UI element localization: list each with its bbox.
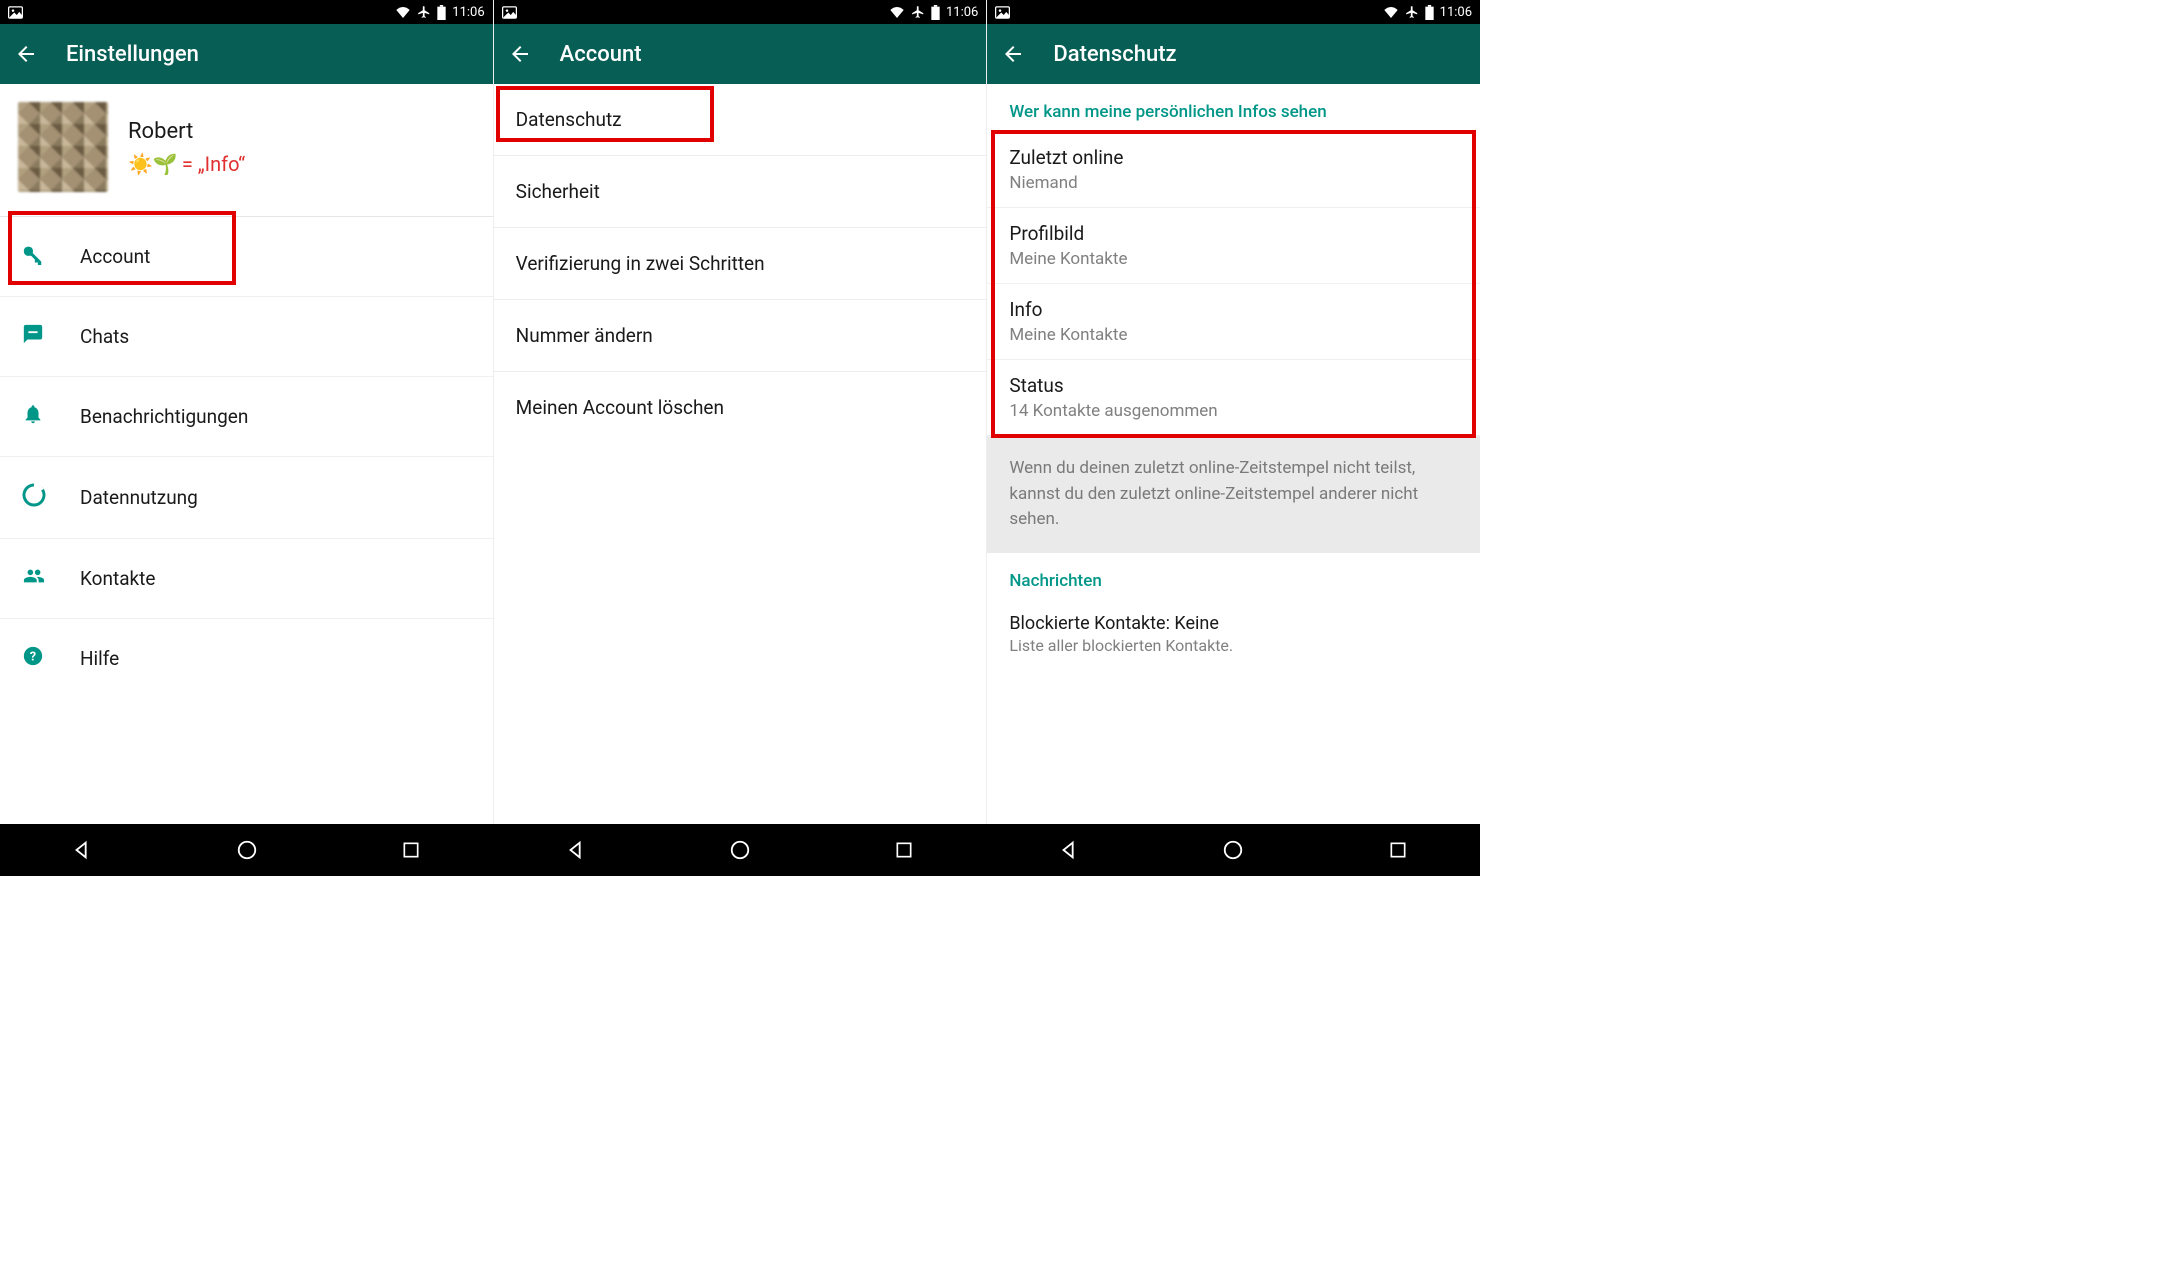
nav-home-button[interactable] (1218, 835, 1248, 865)
airplane-icon (417, 5, 431, 19)
nav-recent-button[interactable] (889, 835, 919, 865)
account-item-two-step[interactable]: Verifizierung in zwei Schritten (494, 228, 987, 300)
blocked-title: Blockierte Kontakte: Keine (1009, 613, 1458, 634)
settings-label: Datennutzung (80, 486, 471, 509)
item-title: Info (1009, 298, 1458, 321)
wifi-icon (1383, 6, 1399, 18)
item-label: Verifizierung in zwei Schritten (516, 252, 765, 275)
app-bar: Einstellungen (0, 24, 493, 84)
nav-back-button[interactable] (561, 835, 591, 865)
wifi-icon (395, 6, 411, 18)
svg-text:?: ? (30, 650, 36, 665)
nav-recent-button[interactable] (396, 835, 426, 865)
page-title: Datenschutz (1053, 42, 1176, 67)
status-time: 11:06 (946, 5, 978, 20)
nav-back-button[interactable] (1054, 835, 1084, 865)
settings-label: Benachrichtigungen (80, 405, 471, 428)
item-sub: Meine Kontakte (1009, 249, 1458, 269)
item-title: Profilbild (1009, 222, 1458, 245)
settings-item-account[interactable]: Account (0, 217, 493, 297)
help-icon: ? (22, 645, 44, 672)
page-title: Einstellungen (66, 42, 199, 67)
privacy-item-status[interactable]: Status 14 Kontakte ausgenommen (987, 360, 1480, 436)
contacts-icon (22, 565, 46, 592)
page-title: Account (560, 42, 642, 67)
settings-label: Chats (80, 325, 471, 348)
key-icon (22, 243, 44, 270)
android-nav-bar (0, 824, 1480, 876)
account-item-security[interactable]: Sicherheit (494, 156, 987, 228)
settings-item-chats[interactable]: Chats (0, 297, 493, 377)
chat-icon (22, 323, 44, 350)
account-item-change-number[interactable]: Nummer ändern (494, 300, 987, 372)
bell-icon (22, 403, 44, 430)
phone-screen-privacy: 11:06 Datenschutz Wer kann meine persönl… (987, 0, 1480, 824)
status-bar: 11:06 (494, 0, 987, 24)
account-item-privacy[interactable]: Datenschutz (494, 84, 987, 156)
battery-icon (931, 5, 940, 20)
wifi-icon (889, 6, 905, 18)
settings-item-help[interactable]: ? Hilfe (0, 619, 493, 698)
item-sub: Niemand (1009, 173, 1458, 193)
profile-name: Robert (128, 119, 245, 144)
privacy-item-blocked[interactable]: Blockierte Kontakte: Keine Liste aller b… (987, 601, 1480, 661)
profile-row[interactable]: Robert ☀️🌱 = „Info“ (0, 84, 493, 217)
item-sub: Meine Kontakte (1009, 325, 1458, 345)
status-bar: 11:06 (0, 0, 493, 24)
privacy-item-profile-photo[interactable]: Profilbild Meine Kontakte (987, 208, 1480, 284)
battery-icon (1425, 5, 1434, 20)
privacy-item-info[interactable]: Info Meine Kontakte (987, 284, 1480, 360)
profile-status: ☀️🌱 = „Info“ (128, 152, 245, 176)
settings-item-notifications[interactable]: Benachrichtigungen (0, 377, 493, 457)
privacy-item-last-seen[interactable]: Zuletzt online Niemand (987, 132, 1480, 208)
status-bar: 11:06 (987, 0, 1480, 24)
image-icon (8, 6, 23, 19)
settings-label: Account (80, 245, 471, 268)
battery-icon (437, 5, 446, 20)
nav-recent-button[interactable] (1383, 835, 1413, 865)
data-usage-icon (22, 483, 46, 512)
image-icon (502, 6, 517, 19)
settings-label: Hilfe (80, 647, 471, 670)
section-header-who-sees: Wer kann meine persönlichen Infos sehen (987, 84, 1480, 132)
item-title: Zuletzt online (1009, 146, 1458, 169)
back-button[interactable] (508, 42, 540, 66)
section-header-messages: Nachrichten (987, 553, 1480, 601)
item-label: Datenschutz (516, 108, 622, 131)
nav-back-button[interactable] (67, 835, 97, 865)
settings-item-contacts[interactable]: Kontakte (0, 539, 493, 619)
avatar (18, 102, 108, 192)
item-sub: 14 Kontakte ausgenommen (1009, 401, 1458, 421)
phone-screen-account: 11:06 Account Datenschutz Sicherheit Ver… (494, 0, 988, 824)
phone-screen-settings: 11:06 Einstellungen Robert ☀️🌱 = „Info“ (0, 0, 494, 824)
nav-home-button[interactable] (725, 835, 755, 865)
airplane-icon (1405, 5, 1419, 19)
settings-label: Kontakte (80, 567, 471, 590)
blocked-sub: Liste aller blockierten Kontakte. (1009, 636, 1458, 655)
app-bar: Datenschutz (987, 24, 1480, 84)
image-icon (995, 6, 1010, 19)
back-button[interactable] (1001, 42, 1033, 66)
app-bar: Account (494, 24, 987, 84)
item-label: Meinen Account löschen (516, 396, 724, 419)
back-button[interactable] (14, 42, 46, 66)
item-label: Sicherheit (516, 180, 600, 203)
airplane-icon (911, 5, 925, 19)
settings-item-data-usage[interactable]: Datennutzung (0, 457, 493, 539)
nav-home-button[interactable] (232, 835, 262, 865)
account-item-delete[interactable]: Meinen Account löschen (494, 372, 987, 443)
privacy-info-text: Wenn du deinen zuletzt online-Zeitstempe… (987, 436, 1480, 553)
status-time: 11:06 (1440, 5, 1472, 20)
item-label: Nummer ändern (516, 324, 653, 347)
status-time: 11:06 (452, 5, 484, 20)
item-title: Status (1009, 374, 1458, 397)
